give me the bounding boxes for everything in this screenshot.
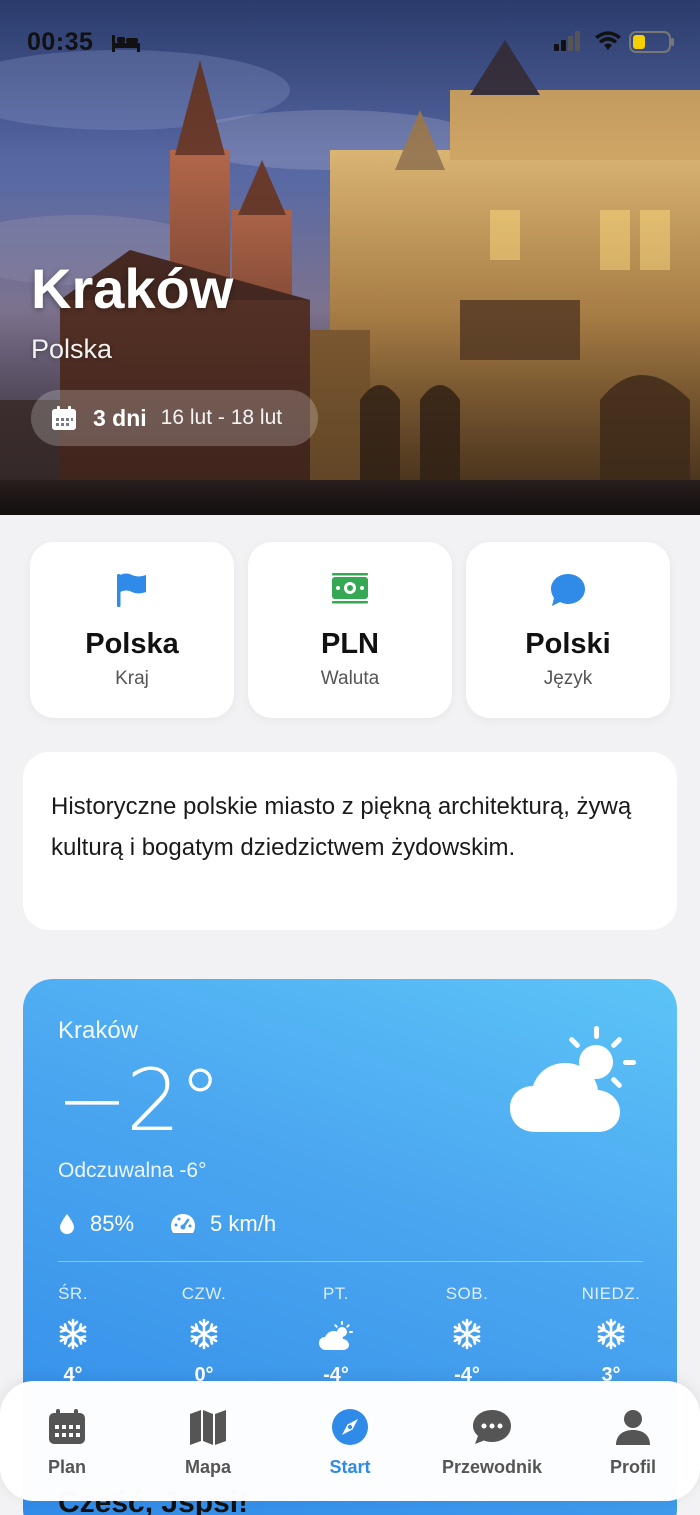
weather-temperature: −2° [56,1051,222,1151]
weather-details: 85% 5 km/h [58,1211,312,1237]
map-icon [190,1410,226,1445]
humidity-value: 85% [90,1211,135,1236]
city-description: Historyczne polskie miasto z piękną arch… [51,793,632,861]
forecast-day: ŚR. 4° [23,1284,123,1387]
currency-card: PLN Waluta [248,542,452,718]
city-description-card: Historyczne polskie miasto z piękną arch… [23,752,677,930]
country-value: Polska [85,628,179,660]
forecast-day-name: PT. [322,1284,350,1303]
person-icon [616,1410,650,1445]
compass-icon [332,1409,368,1445]
language-label: Język [543,668,593,689]
speech-bubble-icon [551,574,585,606]
tab-profile-label: Profil [609,1457,656,1477]
tab-start-label: Start [329,1457,371,1477]
calendar-icon [49,1409,85,1444]
country-subtitle: Polska [31,334,113,364]
forecast-day: PT. -4° [286,1284,386,1387]
tab-bar: Plan Mapa Start Przewodnik Profil [0,1381,700,1501]
snowflake-icon [595,1318,627,1355]
weather-feels-like: Odczuwalna -6° [58,1159,207,1182]
city-title: Kraków [31,257,234,320]
currency-value: PLN [321,628,379,660]
status-bar: 00:35 [0,0,700,86]
weather-city: Kraków [58,1017,139,1044]
language-card: Polski Język [466,542,670,718]
bed-icon [112,35,140,52]
trip-date-range: 16 lut - 18 lut [160,406,283,429]
forecast-day-name: SOB. [445,1284,489,1303]
humidity-drop-icon [60,1214,74,1234]
trip-duration: 3 dni [93,404,147,431]
currency-label: Waluta [320,668,380,689]
snowflake-icon [188,1318,220,1355]
hero-image: 00:35 Kraków Polska 3 dni 16 lut - 18 lu… [0,0,700,515]
forecast-day: CZW. 0° [154,1284,254,1387]
wifi-icon [595,31,621,50]
tab-map-label: Mapa [184,1457,231,1477]
forecast-day-name: ŚR. [58,1284,88,1303]
country-card: Polska Kraj [30,542,234,718]
calendar-icon [52,406,76,430]
tab-start[interactable]: Start [300,1381,400,1501]
forecast-day-name: CZW. [181,1284,227,1303]
status-time: 00:35 [27,28,94,56]
partly-sunny-icon [319,1321,353,1350]
battery-icon [629,31,674,53]
tab-map[interactable]: Mapa [158,1381,258,1501]
tab-guide[interactable]: Przewodnik [432,1381,552,1501]
tab-guide-label: Przewodnik [441,1457,543,1477]
partly-sunny-icon [510,1026,636,1132]
signal-icon [554,31,580,51]
tab-plan[interactable]: Plan [17,1381,117,1501]
flag-icon [117,573,146,607]
weather-divider [58,1261,643,1262]
language-value: Polski [525,628,611,660]
forecast-day: NIEDZ. 3° [561,1284,661,1387]
wind-value: 5 km/h [210,1211,277,1236]
wind-gauge-icon [171,1214,196,1233]
banknote-icon [332,573,368,604]
forecast-day-name: NIEDZ. [581,1284,641,1303]
chat-bubble-icon [473,1410,511,1444]
forecast-day: SOB. -4° [417,1284,517,1387]
tab-profile[interactable]: Profil [583,1381,683,1501]
snowflake-icon [451,1318,483,1355]
tab-plan-label: Plan [47,1457,86,1477]
country-label: Kraj [115,668,149,689]
snowflake-icon [57,1318,89,1355]
trip-dates-pill[interactable]: 3 dni 16 lut - 18 lut [31,390,318,446]
